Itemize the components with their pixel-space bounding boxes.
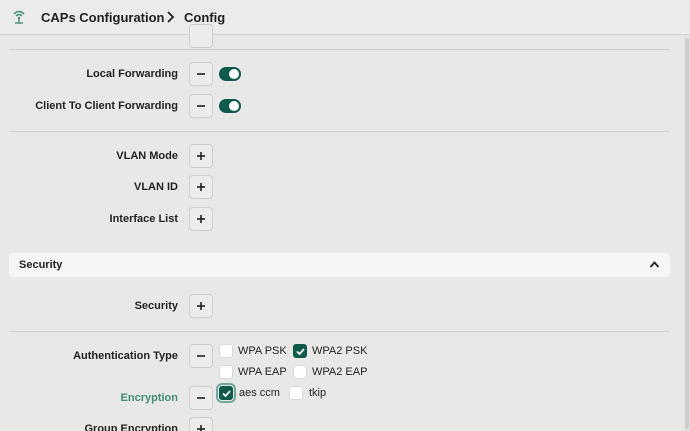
top-bar: CAPs Configuration Config bbox=[0, 0, 690, 35]
scrollbar[interactable] bbox=[684, 36, 690, 431]
plus-icon bbox=[197, 215, 205, 223]
tkip-label: tkip bbox=[309, 387, 327, 399]
wpa2-eap-checkbox[interactable] bbox=[293, 365, 307, 379]
local-forwarding-label: Local Forwarding bbox=[86, 68, 178, 80]
wifi-antenna-icon bbox=[13, 10, 25, 24]
chevron-right-icon bbox=[167, 11, 175, 23]
security-section-header[interactable]: Security bbox=[9, 253, 670, 277]
checkmark-icon bbox=[222, 390, 231, 398]
config-form: Local Forwarding Client To Client Forwar… bbox=[0, 24, 690, 431]
plus-icon bbox=[197, 183, 205, 191]
plus-icon bbox=[197, 152, 205, 160]
client-to-client-toggle[interactable] bbox=[219, 99, 241, 113]
wpa-eap-label: WPA EAP bbox=[238, 366, 287, 378]
wpa-eap-checkbox[interactable] bbox=[219, 365, 233, 379]
wpa2-psk-label: WPA2 PSK bbox=[312, 345, 368, 357]
security-add-button[interactable] bbox=[189, 294, 213, 318]
interface-list-label: Interface List bbox=[109, 213, 178, 225]
vlan-id-label: VLAN ID bbox=[134, 181, 178, 193]
group-encryption-add-button[interactable] bbox=[189, 417, 213, 431]
section-title: Security bbox=[19, 259, 63, 271]
interface-list-add-button[interactable] bbox=[189, 207, 213, 231]
minus-icon bbox=[197, 73, 205, 75]
aes-ccm-label: aes ccm bbox=[239, 387, 280, 399]
collapsed-field-button[interactable] bbox=[189, 24, 213, 48]
plus-icon bbox=[197, 302, 205, 310]
breadcrumb-parent[interactable]: CAPs Configuration bbox=[41, 10, 165, 25]
encryption-remove-button[interactable] bbox=[189, 386, 213, 410]
encryption-label: Encryption bbox=[120, 392, 178, 404]
minus-icon bbox=[197, 397, 205, 399]
divider bbox=[9, 49, 670, 50]
security-label: Security bbox=[134, 300, 178, 312]
vlan-mode-label: VLAN Mode bbox=[116, 150, 178, 162]
checkmark-icon bbox=[296, 348, 305, 356]
vlan-mode-add-button[interactable] bbox=[189, 144, 213, 168]
divider bbox=[9, 331, 670, 332]
vlan-id-add-button[interactable] bbox=[189, 175, 213, 199]
group-encryption-label: Group Encryption bbox=[84, 423, 179, 431]
authentication-type-label: Authentication Type bbox=[73, 350, 178, 362]
breadcrumb-current: Config bbox=[184, 10, 226, 25]
client-to-client-label: Client To Client Forwarding bbox=[35, 100, 178, 112]
wpa2-psk-checkbox[interactable] bbox=[293, 344, 307, 358]
local-forwarding-toggle[interactable] bbox=[219, 67, 241, 81]
authentication-type-remove-button[interactable] bbox=[189, 344, 213, 368]
minus-icon bbox=[197, 105, 205, 107]
plus-icon bbox=[197, 425, 205, 431]
minus-icon bbox=[197, 355, 205, 357]
aes-ccm-checkbox[interactable] bbox=[216, 383, 236, 403]
wpa-psk-label: WPA PSK bbox=[238, 345, 287, 357]
wpa-psk-checkbox[interactable] bbox=[219, 344, 233, 358]
wpa2-eap-label: WPA2 EAP bbox=[312, 366, 368, 378]
divider bbox=[9, 131, 670, 132]
chevron-up-icon bbox=[649, 261, 660, 268]
local-forwarding-remove-button[interactable] bbox=[189, 62, 213, 86]
client-to-client-remove-button[interactable] bbox=[189, 94, 213, 118]
tkip-checkbox[interactable] bbox=[289, 386, 303, 400]
